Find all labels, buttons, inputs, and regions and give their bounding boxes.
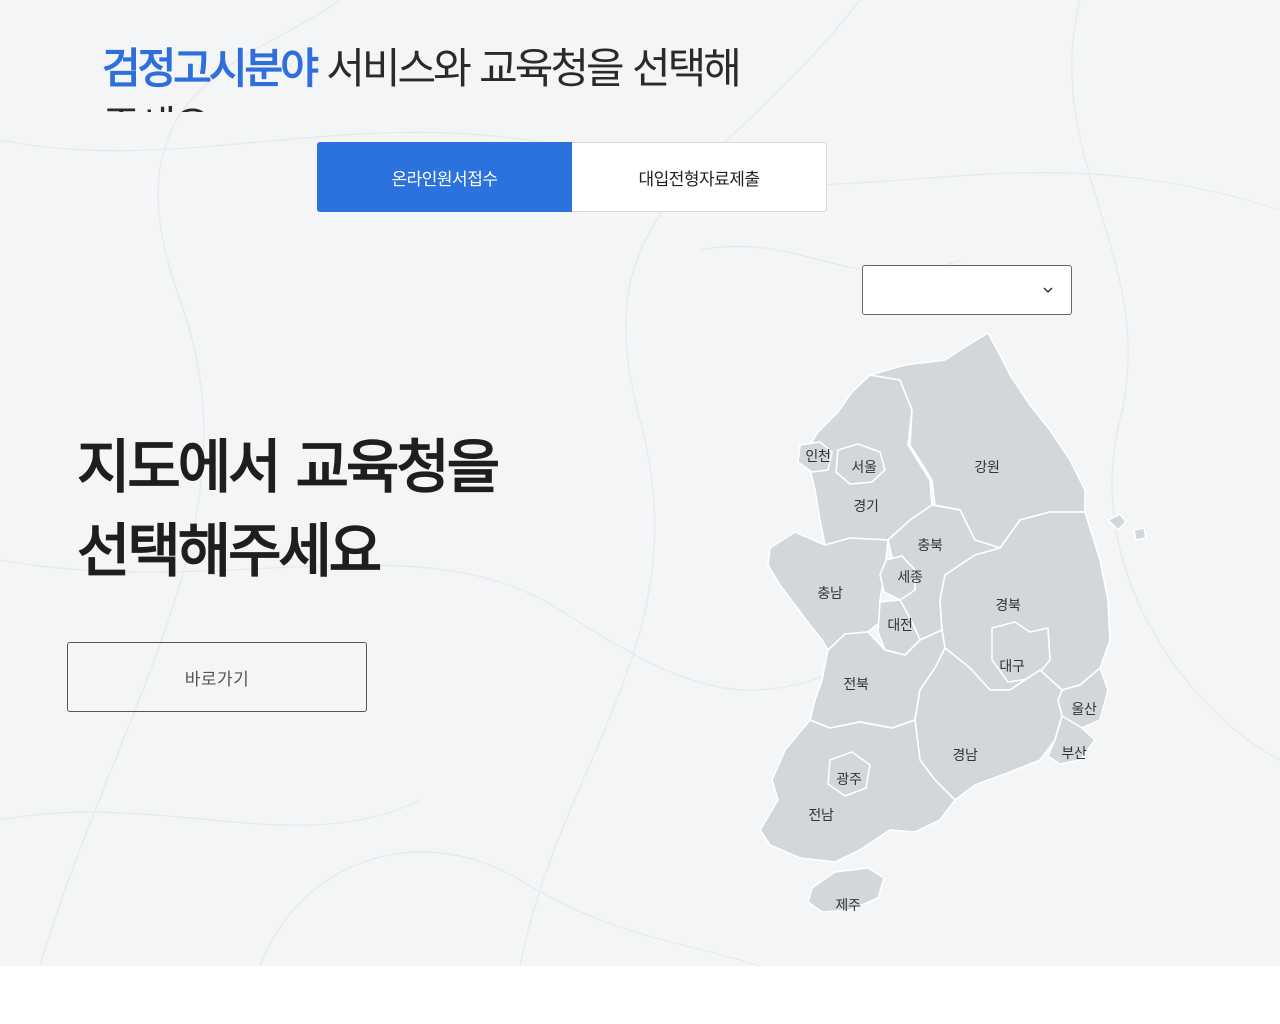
- chevron-down-icon: [1043, 287, 1053, 294]
- page-headline: 검정고시분야 서비스와 교육청을 선택해 주세요: [102, 40, 792, 112]
- map-label-incheon[interactable]: 인천: [805, 446, 830, 466]
- map-label-seoul[interactable]: 서울: [851, 457, 876, 477]
- map-label-jeju[interactable]: 제주: [835, 895, 860, 915]
- map-label-daejeon[interactable]: 대전: [887, 615, 912, 635]
- map-label-daegu[interactable]: 대구: [999, 656, 1024, 676]
- map-label-ulsan[interactable]: 울산: [1071, 699, 1096, 719]
- map-label-gyeonggi[interactable]: 경기: [853, 496, 878, 516]
- map-region-islet: [1133, 527, 1147, 541]
- headline-accent: 검정고시분야: [102, 44, 319, 93]
- map-label-gangwon[interactable]: 강원: [974, 457, 999, 477]
- map-label-jeonbuk[interactable]: 전북: [843, 674, 868, 694]
- tab-admission-data-submission[interactable]: 대입전형자료제출: [572, 142, 827, 212]
- go-button[interactable]: 바로가기: [67, 642, 367, 712]
- map-heading-line1: 지도에서 교육청을: [77, 433, 500, 501]
- map-label-jeonnam[interactable]: 전남: [808, 805, 833, 825]
- map-label-busan[interactable]: 부산: [1061, 743, 1086, 763]
- service-tabs: 온라인원서접수 대입전형자료제출: [317, 142, 827, 212]
- map-heading: 지도에서 교육청을 선택해주세요: [77, 425, 597, 593]
- map-label-chungnam[interactable]: 충남: [817, 583, 842, 603]
- map-label-sejong[interactable]: 세종: [897, 567, 922, 587]
- map-label-chungbuk[interactable]: 충북: [917, 535, 942, 555]
- map-region-islet: [1106, 512, 1128, 532]
- tab-online-application[interactable]: 온라인원서접수: [317, 142, 572, 212]
- korea-map: [759, 331, 1147, 913]
- map-label-gwangju[interactable]: 광주: [836, 769, 861, 789]
- map-label-gyeongnam[interactable]: 경남: [952, 745, 977, 765]
- map-heading-line2: 선택해주세요: [77, 517, 382, 585]
- region-select[interactable]: [862, 265, 1072, 315]
- map-label-gyeongbuk[interactable]: 경북: [995, 595, 1020, 615]
